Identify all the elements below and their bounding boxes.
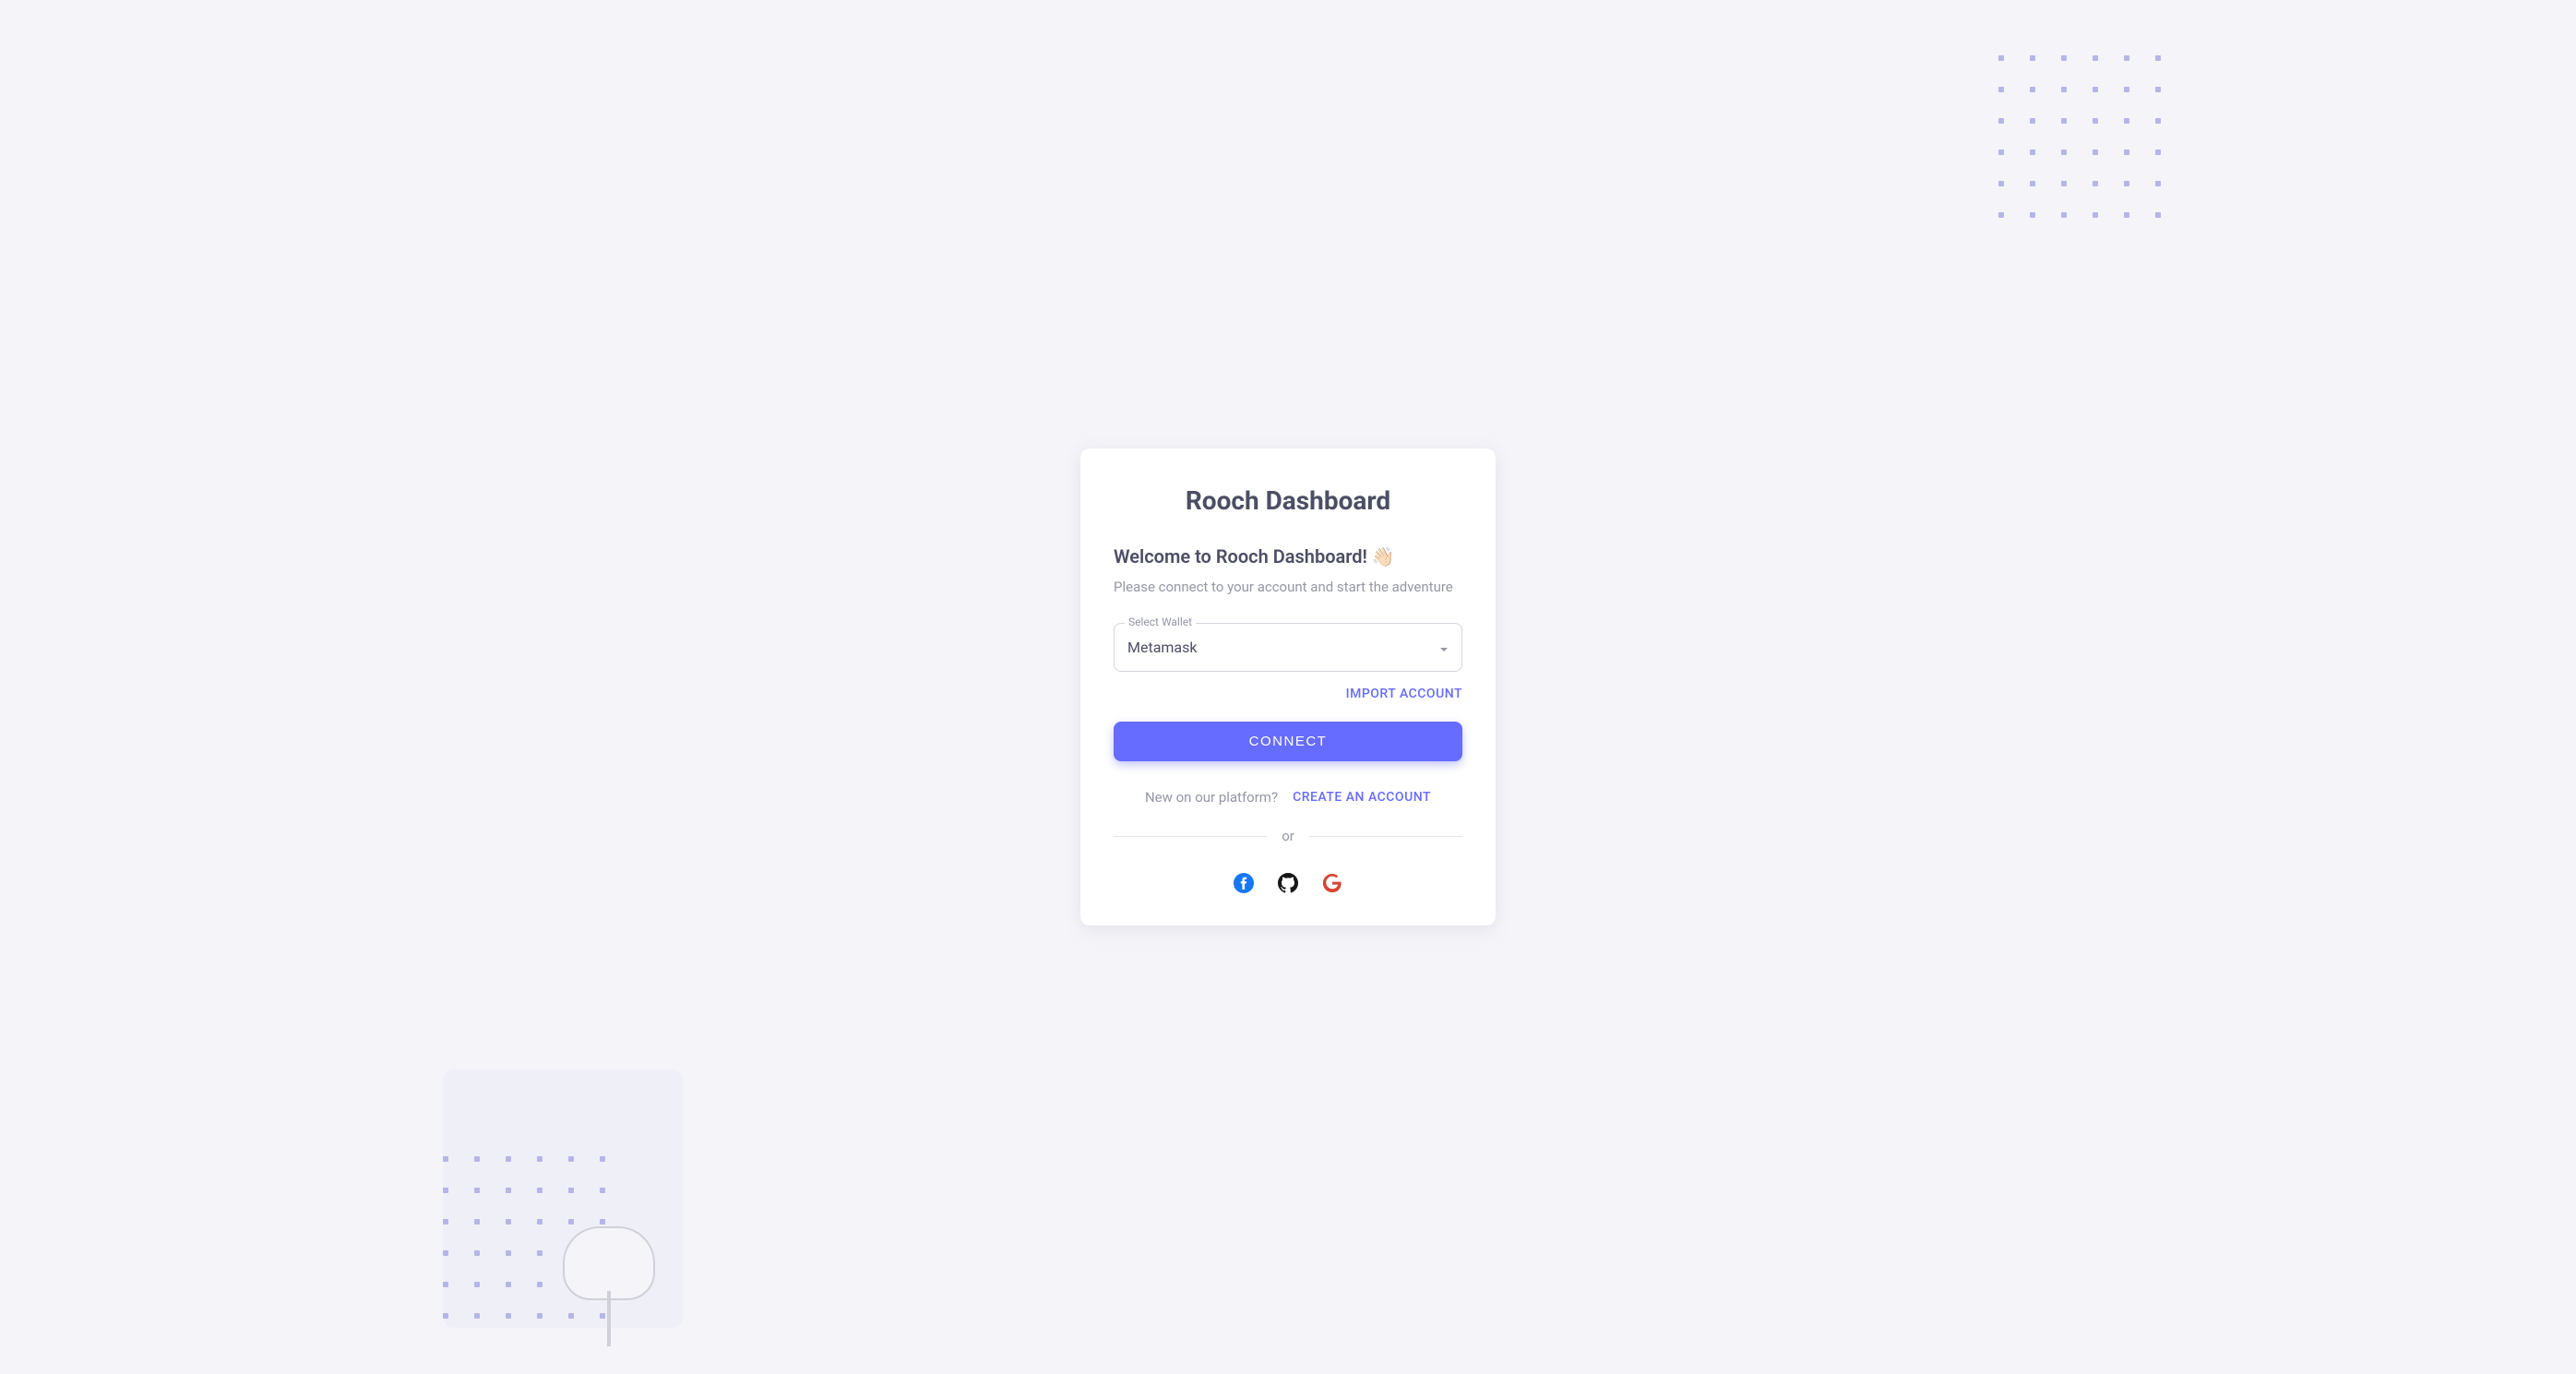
tree-illustration: [544, 1226, 674, 1346]
divider: or: [1114, 828, 1462, 844]
signup-row: New on our platform? CREATE AN ACCOUNT: [1114, 789, 1462, 806]
create-account-link[interactable]: CREATE AN ACCOUNT: [1293, 790, 1431, 805]
welcome-subtitle: Please connect to your account and start…: [1114, 577, 1462, 598]
app-title: Rooch Dashboard: [1114, 485, 1462, 516]
wallet-select-wrapper: Select Wallet Metamask: [1114, 623, 1462, 672]
divider-line-left: [1114, 836, 1267, 837]
chevron-down-icon: [1439, 639, 1449, 656]
welcome-heading: Welcome to Rooch Dashboard! 👋🏻: [1114, 545, 1462, 568]
decorative-dots-top: [1998, 55, 2161, 218]
facebook-icon[interactable]: [1231, 870, 1257, 896]
login-card: Rooch Dashboard Welcome to Rooch Dashboa…: [1080, 448, 1496, 926]
wallet-select[interactable]: Metamask: [1114, 623, 1462, 672]
import-account-link[interactable]: IMPORT ACCOUNT: [1114, 687, 1462, 701]
signup-prompt: New on our platform?: [1145, 789, 1278, 806]
social-login-row: [1114, 870, 1462, 896]
divider-line-right: [1309, 836, 1462, 837]
google-icon[interactable]: [1319, 870, 1345, 896]
wallet-selected-value: Metamask: [1127, 639, 1198, 656]
github-icon[interactable]: [1275, 870, 1301, 896]
divider-text: or: [1267, 828, 1309, 844]
wallet-select-label: Select Wallet: [1125, 615, 1196, 628]
connect-button[interactable]: CONNECT: [1114, 722, 1462, 761]
